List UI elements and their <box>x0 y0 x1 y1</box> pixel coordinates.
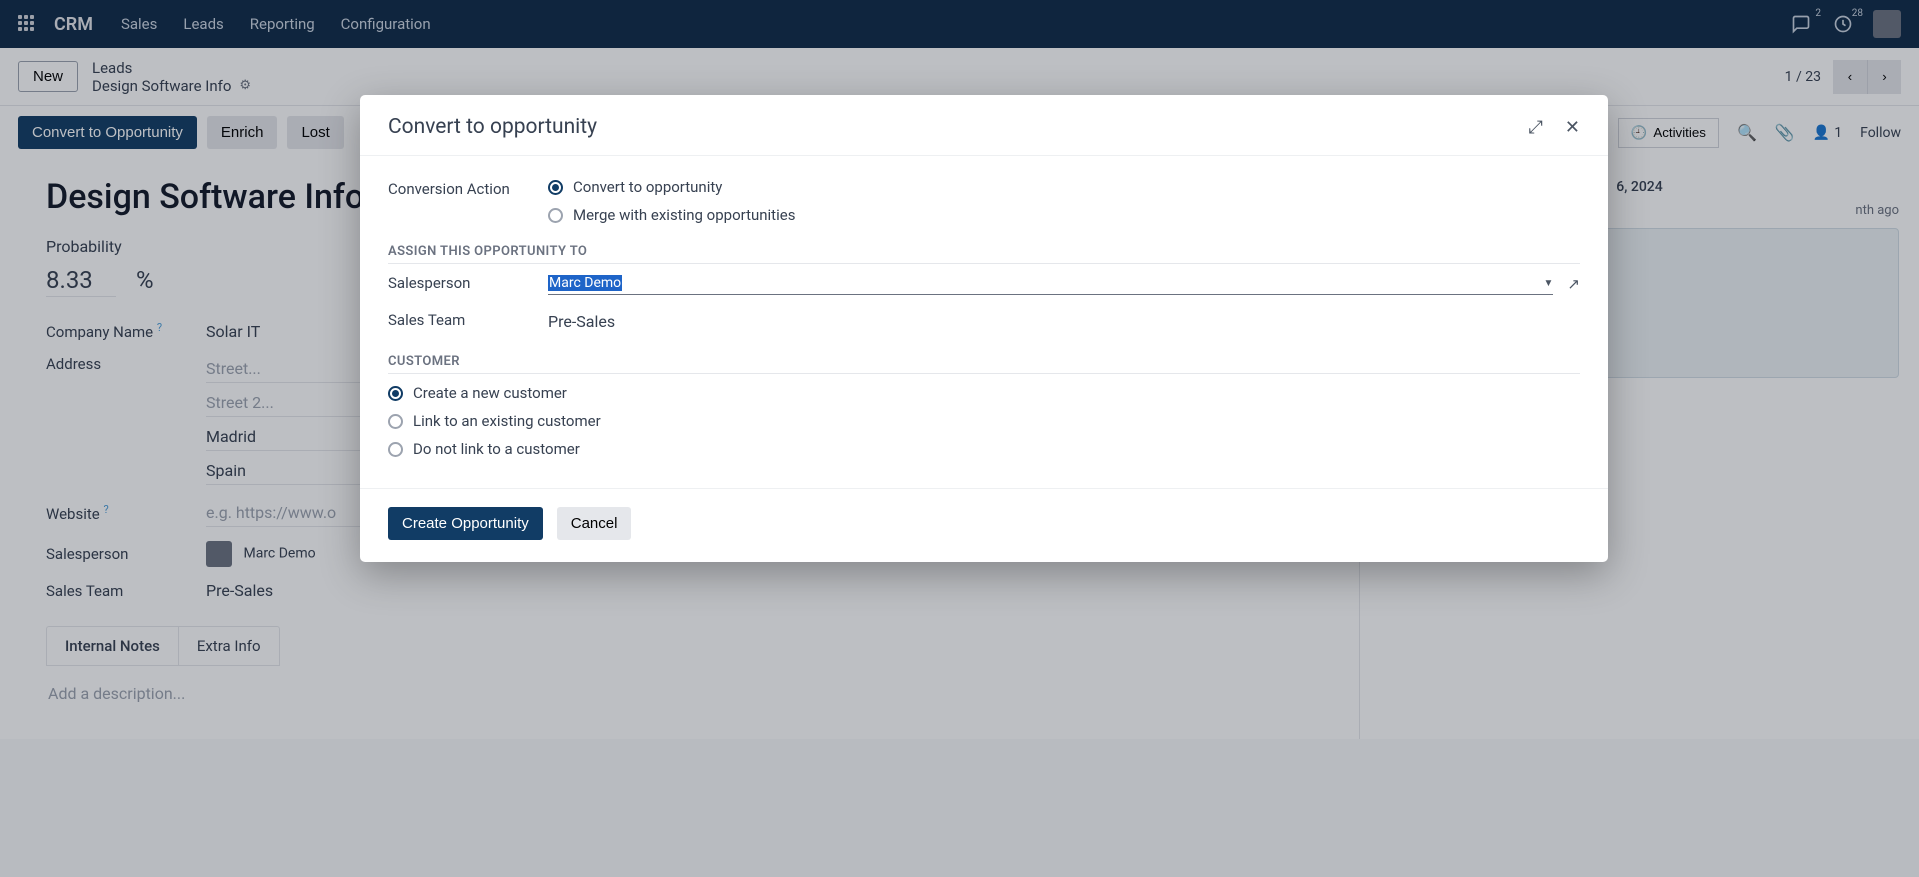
external-link-icon[interactable]: ↗ <box>1567 275 1580 293</box>
radio-create-customer[interactable]: Create a new customer <box>388 384 1580 402</box>
modal-team-value[interactable]: Pre-Sales <box>548 309 1580 334</box>
salesperson-selected: Marc Demo <box>548 275 622 291</box>
radio-link-customer[interactable]: Link to an existing customer <box>388 412 1580 430</box>
create-opportunity-button[interactable]: Create Opportunity <box>388 507 543 540</box>
modal-body: Conversion Action Convert to opportunity… <box>360 156 1608 468</box>
radio-icon <box>388 414 403 429</box>
chevron-down-icon: ▼ <box>1544 278 1554 289</box>
section-assign: ASSIGN THIS OPPORTUNITY TO <box>388 244 1580 264</box>
convert-modal: Convert to opportunity ⤢ ✕ Conversion Ac… <box>360 95 1608 562</box>
radio-icon <box>548 208 563 223</box>
salesperson-select[interactable]: Marc Demo ▼ <box>548 272 1553 295</box>
modal-header: Convert to opportunity ⤢ ✕ <box>360 95 1608 156</box>
radio-icon <box>548 180 563 195</box>
modal-title: Convert to opportunity <box>388 115 597 139</box>
radio-icon <box>388 386 403 401</box>
cancel-button[interactable]: Cancel <box>557 507 632 540</box>
close-icon[interactable]: ✕ <box>1565 117 1580 138</box>
radio-icon <box>388 442 403 457</box>
modal-team-label: Sales Team <box>388 309 548 329</box>
section-customer: CUSTOMER <box>388 354 1580 374</box>
modal-salesperson-label: Salesperson <box>388 272 548 292</box>
radio-no-customer[interactable]: Do not link to a customer <box>388 440 1580 458</box>
radio-merge[interactable]: Merge with existing opportunities <box>548 206 795 224</box>
modal-footer: Create Opportunity Cancel <box>360 488 1608 562</box>
conversion-action-label: Conversion Action <box>388 178 548 198</box>
radio-convert[interactable]: Convert to opportunity <box>548 178 795 196</box>
expand-icon[interactable]: ⤢ <box>1529 117 1543 138</box>
